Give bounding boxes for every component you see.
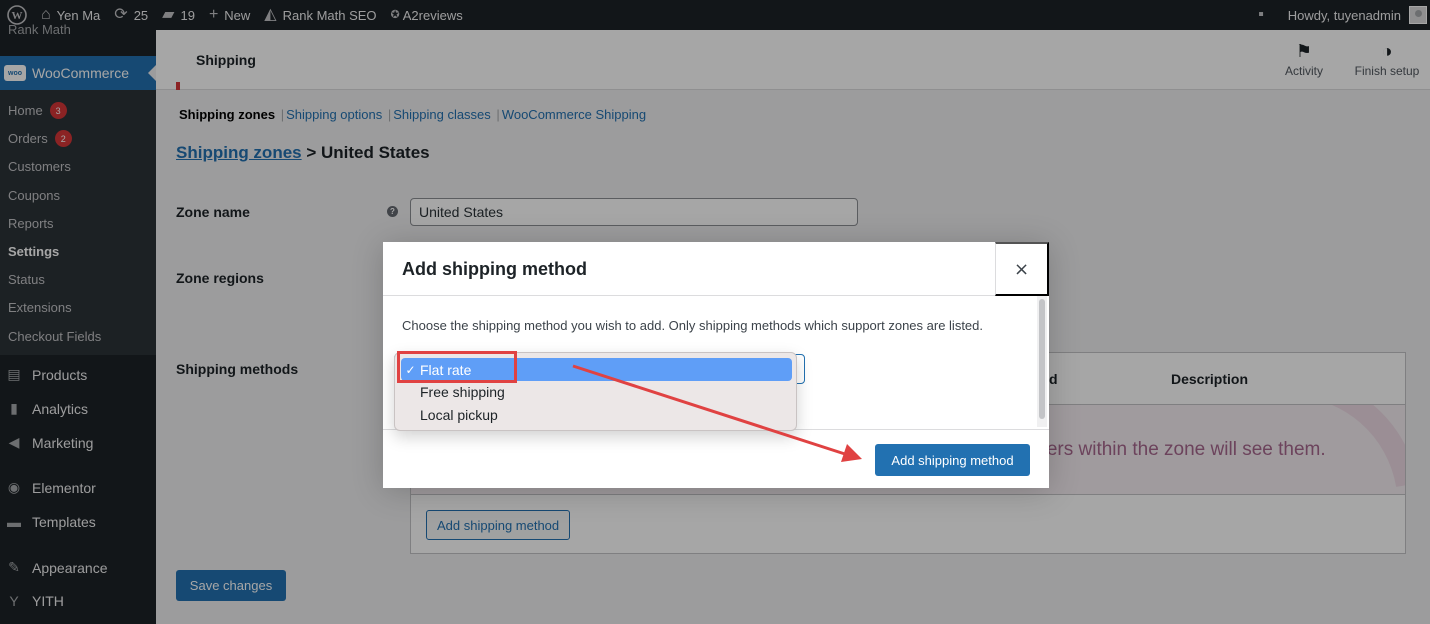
annotation-highlight-box xyxy=(397,351,517,383)
modal-description: Choose the shipping method you wish to a… xyxy=(402,318,984,333)
modal-add-shipping-method-button[interactable]: Add shipping method xyxy=(875,444,1030,476)
modal-footer: Add shipping method xyxy=(383,429,1049,488)
modal-header: Add shipping method × xyxy=(383,242,1049,296)
dropdown-option-free-shipping[interactable]: Free shipping xyxy=(420,384,505,400)
close-icon: × xyxy=(1013,258,1030,280)
dropdown-option-local-pickup[interactable]: Local pickup xyxy=(420,407,498,423)
scrollbar-thumb[interactable] xyxy=(1039,299,1045,419)
modal-close-button[interactable]: × xyxy=(995,242,1049,296)
modal-scrollbar[interactable] xyxy=(1037,296,1047,427)
modal-title: Add shipping method xyxy=(402,259,587,279)
